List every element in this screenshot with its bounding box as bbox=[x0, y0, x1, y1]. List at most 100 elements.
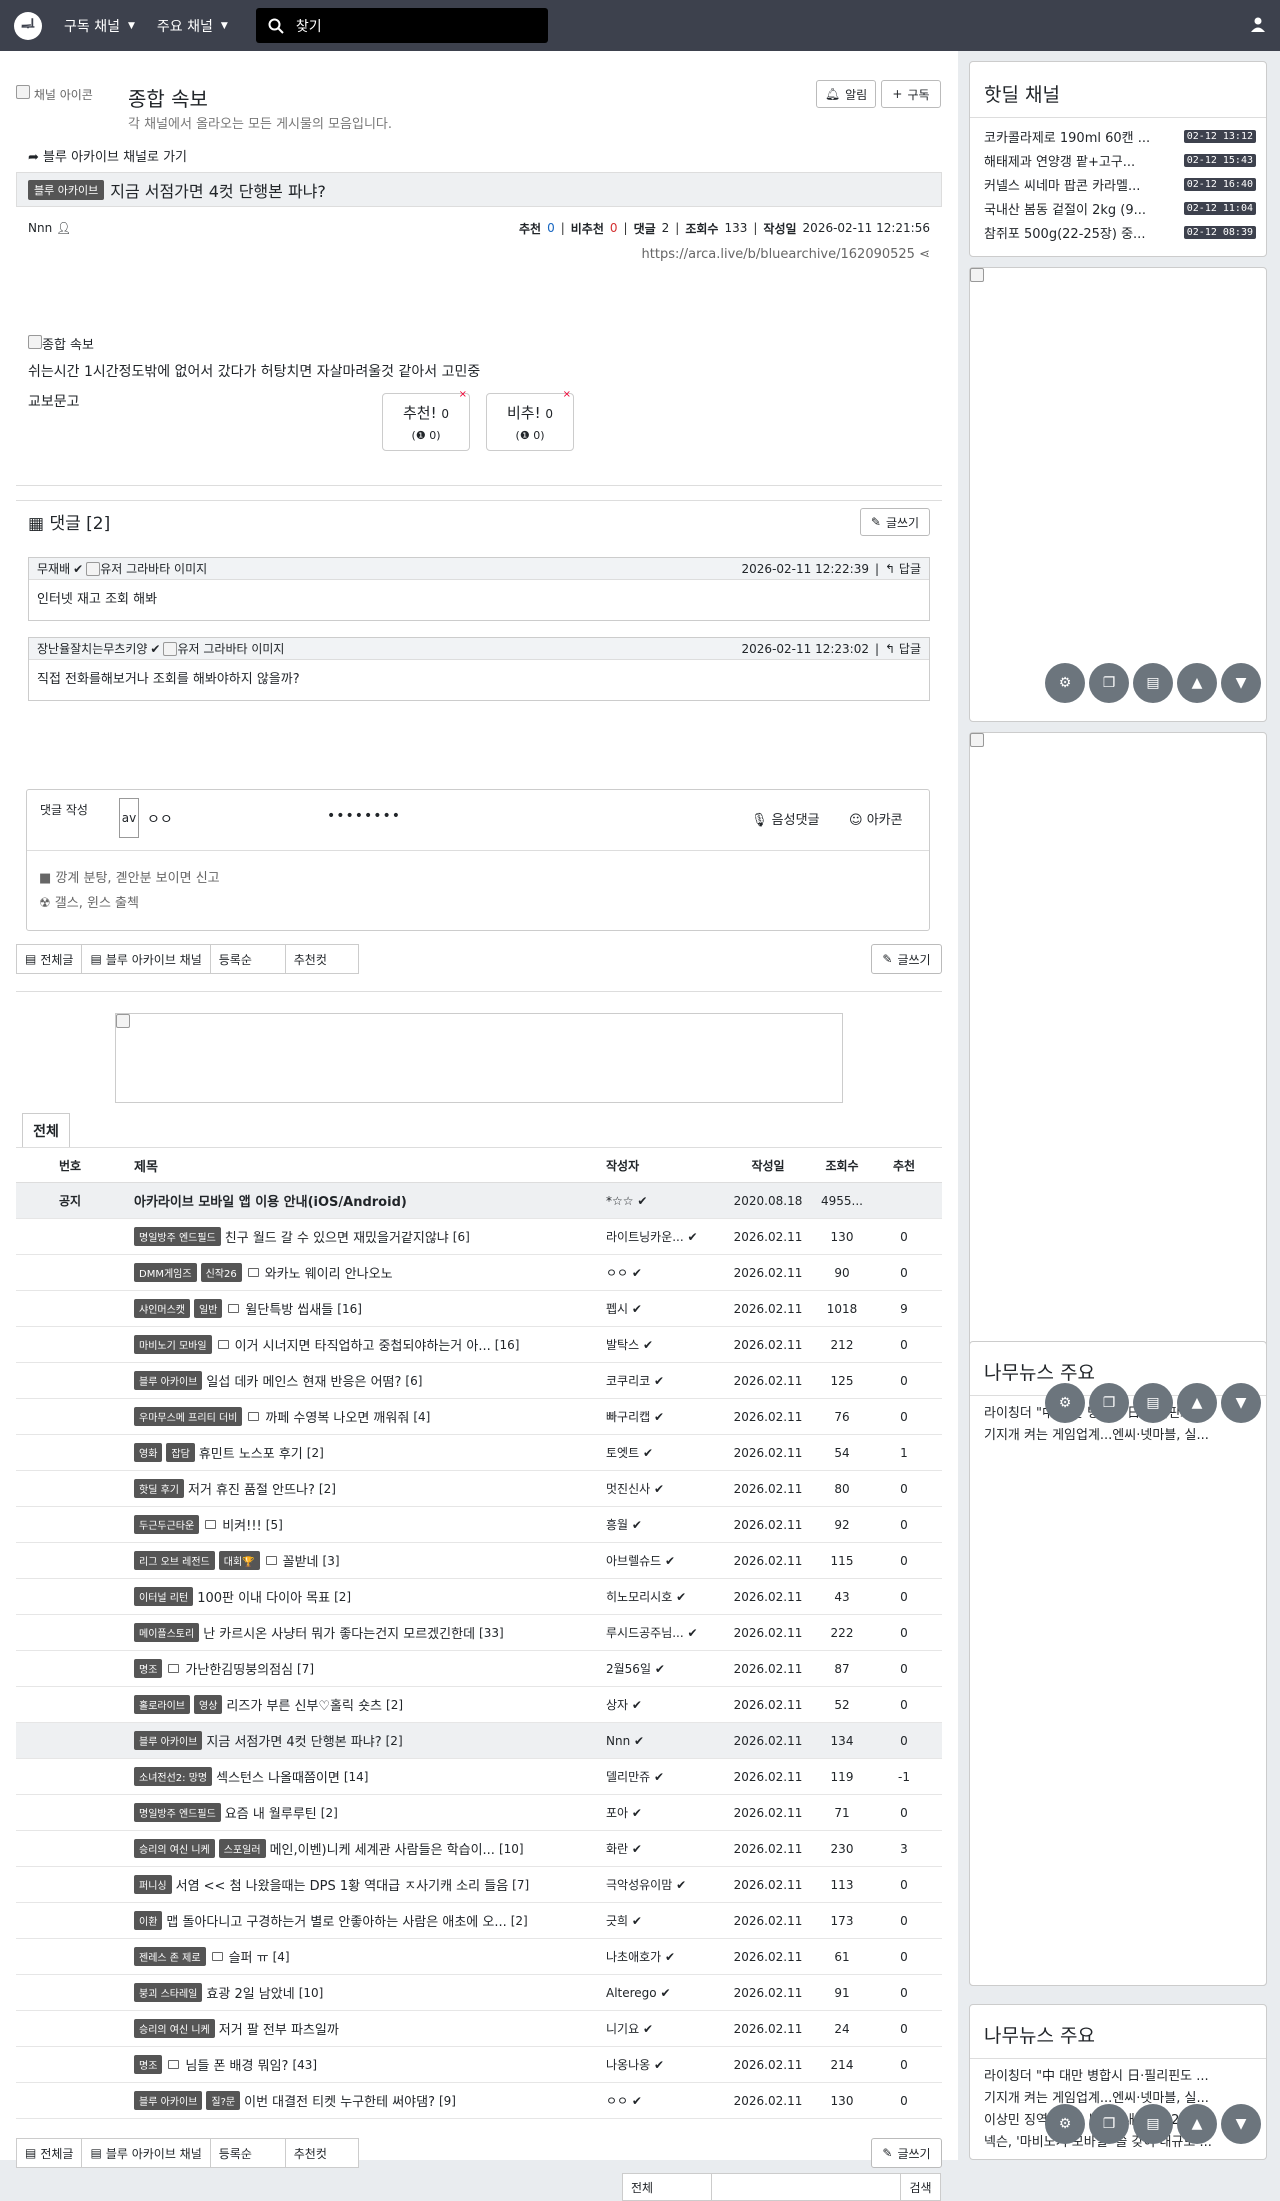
downvote-button[interactable]: × 비추! 0 (❶ 0) bbox=[486, 389, 574, 451]
search-scope-select[interactable]: 전체 bbox=[622, 2173, 712, 2201]
table-row[interactable]: 명일방주 엔드필드 요즘 내 월루루틴 [2] 포아 ✔ 2026.02.11 71 0 bbox=[16, 1795, 942, 1831]
reply-button[interactable]: ↰ 답글 bbox=[885, 560, 921, 577]
ad-banner[interactable] bbox=[115, 1013, 843, 1103]
settings-icon[interactable]: ⚙ bbox=[1045, 2104, 1085, 2144]
hotdeal-item[interactable]: 국내산 봄동 겉절이 2kg (9... 02-12 11:04 bbox=[970, 196, 1266, 220]
scroll-up-icon[interactable]: ▲ bbox=[1177, 663, 1217, 703]
tab-all-posts[interactable]: ▤ 전체글 bbox=[16, 2138, 83, 2168]
row-title[interactable]: 이터널 리턴 100판 이내 다이아 목표 [2] bbox=[124, 1587, 599, 1606]
table-row[interactable]: 명조 님들 폰 배경 뭐임? [43] 나옹나옹 ✔ 2026.02.11 214 0 bbox=[16, 2047, 942, 2083]
row-author[interactable]: 코쿠리코 bbox=[606, 1374, 650, 1388]
category-badge[interactable]: 명일방주 엔드필드 bbox=[134, 1227, 221, 1246]
voice-comment-button[interactable]: 🎙︎ 음성댓글 bbox=[751, 809, 820, 828]
row-title[interactable]: 블루 아카이브 지금 서점가면 4컷 단행본 파냐? [2] bbox=[124, 1731, 599, 1750]
row-author[interactable]: 히노모리시호 bbox=[606, 1590, 672, 1604]
row-title[interactable]: 붕괴 스타레일 효광 2일 남았네 [10] bbox=[124, 1983, 599, 2002]
copy-icon[interactable]: ❐ bbox=[1089, 663, 1129, 703]
row-author[interactable]: Nnn bbox=[606, 1734, 630, 1748]
subcategory-badge[interactable]: 영상 bbox=[194, 1695, 223, 1714]
table-row[interactable]: 메이플스토리 난 카르시온 사냥터 뭐가 좋다는건지 모르겠긴한데 [33] 루시드공… bbox=[16, 1615, 942, 1651]
row-title[interactable]: 명일방주 엔드필드 친구 월드 갈 수 있으면 재밌을거같지않냐 [6] bbox=[124, 1227, 599, 1246]
subscribed-channels-menu[interactable]: 구독 채널 ▼ bbox=[64, 16, 135, 36]
category-badge[interactable]: 젠레스 존 제로 bbox=[134, 1947, 206, 1966]
row-title[interactable]: 소녀전선2: 망명 섹스턴스 나올때쯤이면 [14] bbox=[124, 1767, 599, 1786]
row-author[interactable]: 나옹나옹 bbox=[606, 2058, 650, 2072]
copy-icon[interactable]: ❐ bbox=[1089, 1383, 1129, 1423]
row-title[interactable]: 아카라이브 모바일 앱 이용 안내(iOS/Android) bbox=[124, 1191, 599, 1210]
category-badge[interactable]: 메이플스토리 bbox=[134, 1623, 200, 1642]
category-badge[interactable]: 마비노기 모바일 bbox=[134, 1335, 212, 1354]
copy-icon[interactable]: ❐ bbox=[1089, 2104, 1129, 2144]
category-badge[interactable]: 블루 아카이브 bbox=[134, 1731, 203, 1750]
back-to-channel-link[interactable]: ➦ 블루 아카이브 채널로 가기 bbox=[28, 146, 187, 165]
scroll-down-icon[interactable]: ▼ bbox=[1221, 2104, 1261, 2144]
table-row[interactable]: 두근두근타운 비켜!!! [5] 흥월 ✔ 2026.02.11 92 0 bbox=[16, 1507, 942, 1543]
table-row[interactable]: 영화 잡담 휴민트 노스포 후기 [2] 토엣트 ✔ 2026.02.11 54 1 bbox=[16, 1435, 942, 1471]
row-author[interactable]: 나초애호가 bbox=[606, 1950, 661, 1964]
arcacon-button[interactable]: ☺ 아카콘 bbox=[849, 809, 903, 828]
share-icon[interactable]: ⋖ bbox=[919, 247, 930, 262]
settings-icon[interactable]: ⚙ bbox=[1045, 663, 1085, 703]
category-badge[interactable]: 이터널 리턴 bbox=[134, 1587, 194, 1606]
row-author[interactable]: 극악성유이맘 bbox=[606, 1878, 672, 1892]
category-badge[interactable]: 명조 bbox=[134, 2055, 163, 2074]
table-row[interactable]: 이터널 리턴 100판 이내 다이아 목표 [2] 히노모리시호 ✔ 2026.02.1… bbox=[16, 1579, 942, 1615]
row-author[interactable]: 루시드공주님... bbox=[606, 1626, 684, 1640]
category-badge[interactable]: 붕괴 스타레일 bbox=[134, 1983, 203, 2002]
table-row[interactable]: DMM게임즈 신작26 와카노 웨이리 안나오노 ㅇㅇ ✔ 2026.02.11 90 0 bbox=[16, 1255, 942, 1291]
row-title[interactable]: 블루 아카이브 일섭 데카 메인스 현재 반응은 어떰? [6] bbox=[124, 1371, 599, 1390]
table-row[interactable]: 붕괴 스타레일 효광 2일 남았네 [10] Alterego ✔ 2026.02.11… bbox=[16, 1975, 942, 2011]
notice-row[interactable]: 공지 아카라이브 모바일 앱 이용 안내(iOS/Android) *☆☆ ✔ … bbox=[16, 1183, 942, 1219]
subcategory-badge[interactable]: 일반 bbox=[194, 1299, 223, 1318]
table-row[interactable]: 블루 아카이브 일섭 데카 메인스 현재 반응은 어떰? [6] 코쿠리코 ✔ 2026… bbox=[16, 1363, 942, 1399]
category-badge[interactable]: 홀로라이브 bbox=[134, 1695, 190, 1714]
write-post-button[interactable]: ✎ 글쓰기 bbox=[871, 2138, 942, 2168]
row-author[interactable]: 2월56일 bbox=[606, 1662, 651, 1676]
row-author[interactable]: 발탁스 bbox=[606, 1338, 639, 1352]
row-author[interactable]: Alterego bbox=[606, 1986, 657, 2000]
post-url[interactable]: https://arca.live/b/bluearchive/16209052… bbox=[642, 247, 930, 262]
row-author[interactable]: 토엣트 bbox=[606, 1446, 639, 1460]
category-badge[interactable]: 소녀전선2: 망명 bbox=[134, 1767, 213, 1786]
row-title[interactable]: 승리의 여신 니케 저거 팔 전부 파츠일까 bbox=[124, 2019, 599, 2038]
row-title[interactable]: 명일방주 엔드필드 요즘 내 월루루틴 [2] bbox=[124, 1803, 599, 1822]
row-author[interactable]: ㅇㅇ bbox=[606, 2094, 628, 2108]
table-row[interactable]: 이환 맵 돌아다니고 구경하는거 별로 안좋아하는 사람은 애초에 오... [2]… bbox=[16, 1903, 942, 1939]
row-author[interactable]: 상자 bbox=[606, 1698, 628, 1712]
row-title[interactable]: 홀로라이브 영상 리즈가 부른 신부♡홀릭 숏츠 [2] bbox=[124, 1695, 599, 1714]
news-item[interactable]: 라이칭더 "中 대만 병합시 日·필리핀도 ... bbox=[970, 2065, 1266, 2087]
row-title[interactable]: 영화 잡담 휴민트 노스포 후기 [2] bbox=[124, 1443, 599, 1462]
table-row[interactable]: 퍼니싱 서염 << 첨 나왔을때는 DPS 1황 역대급 ㅈ사기캐 소리 들음 [7… bbox=[16, 1867, 942, 1903]
user-icon[interactable] bbox=[1250, 16, 1266, 36]
row-title[interactable]: 이환 맵 돌아다니고 구경하는거 별로 안좋아하는 사람은 애초에 오... [2] bbox=[124, 1911, 599, 1930]
table-row[interactable]: 샤인머스캣 일반 윌단특방 씹새들 [16] 펩시 ✔ 2026.02.11 1018 9 bbox=[16, 1291, 942, 1327]
row-author[interactable]: 라이트닝카운... bbox=[606, 1230, 684, 1244]
row-title[interactable]: 핫딜 후기 저거 휴진 품절 안뜨나? [2] bbox=[124, 1479, 599, 1498]
row-title[interactable]: 퍼니싱 서염 << 첨 나왔을때는 DPS 1황 역대급 ㅈ사기캐 소리 들음 [7… bbox=[124, 1875, 599, 1894]
table-row[interactable]: 젠레스 존 제로 슬퍼 ㅠ [4] 나초애호가 ✔ 2026.02.11 61 0 bbox=[16, 1939, 942, 1975]
post-category-badge[interactable]: 블루 아카이브 bbox=[28, 179, 105, 200]
row-author[interactable]: 긋희 bbox=[606, 1914, 628, 1928]
scroll-down-icon[interactable]: ▼ bbox=[1221, 663, 1261, 703]
row-title[interactable]: 우마무스메 프리티 더비 까페 수영복 나오면 깨워줘 [4] bbox=[124, 1407, 599, 1426]
tab-sort-recommend[interactable]: 추천컷 bbox=[284, 944, 359, 974]
category-badge[interactable]: 핫딜 후기 bbox=[134, 1479, 184, 1498]
hotdeal-item[interactable]: 참쥐포 500g(22-25장) 중... 02-12 08:39 bbox=[970, 220, 1266, 244]
subcategory-badge[interactable]: 질?문 bbox=[206, 2091, 241, 2110]
write-post-button[interactable]: ✎ 글쓰기 bbox=[871, 944, 942, 974]
row-title[interactable]: 마비노기 모바일 이거 시너지면 타직업하고 중첩되야하는거 아... [16] bbox=[124, 1335, 599, 1354]
search-button[interactable]: 검색 bbox=[900, 2173, 941, 2201]
row-title[interactable]: 명조 가난한김띵붕의점심 [7] bbox=[124, 1659, 599, 1678]
hotdeal-item[interactable]: 코카콜라제로 190ml 60캔 ... 02-12 13:12 bbox=[970, 124, 1266, 148]
tab-list-all[interactable]: 전체 bbox=[22, 1113, 70, 1147]
comment-textarea[interactable]: ■ 깡계 분탕, 곋안분 보이면 신고 ☢ 갤스, 윈스 출첵 bbox=[39, 867, 220, 911]
password-input[interactable]: •••••••• bbox=[327, 808, 401, 824]
subcategory-badge[interactable]: 대회🏆 bbox=[218, 1551, 260, 1570]
site-logo[interactable]: ᆗ bbox=[14, 11, 42, 40]
row-author[interactable]: ㅇㅇ bbox=[606, 1266, 628, 1280]
row-title[interactable]: 명조 님들 폰 배경 뭐임? [43] bbox=[124, 2055, 599, 2074]
scroll-down-icon[interactable]: ▼ bbox=[1221, 1383, 1261, 1423]
subcategory-badge[interactable]: 스포일러 bbox=[218, 1839, 266, 1858]
table-row[interactable]: 명조 가난한김띵붕의점심 [7] 2월56일 ✔ 2026.02.11 87 0 bbox=[16, 1651, 942, 1687]
row-title[interactable]: 두근두근타운 비켜!!! [5] bbox=[124, 1515, 599, 1534]
